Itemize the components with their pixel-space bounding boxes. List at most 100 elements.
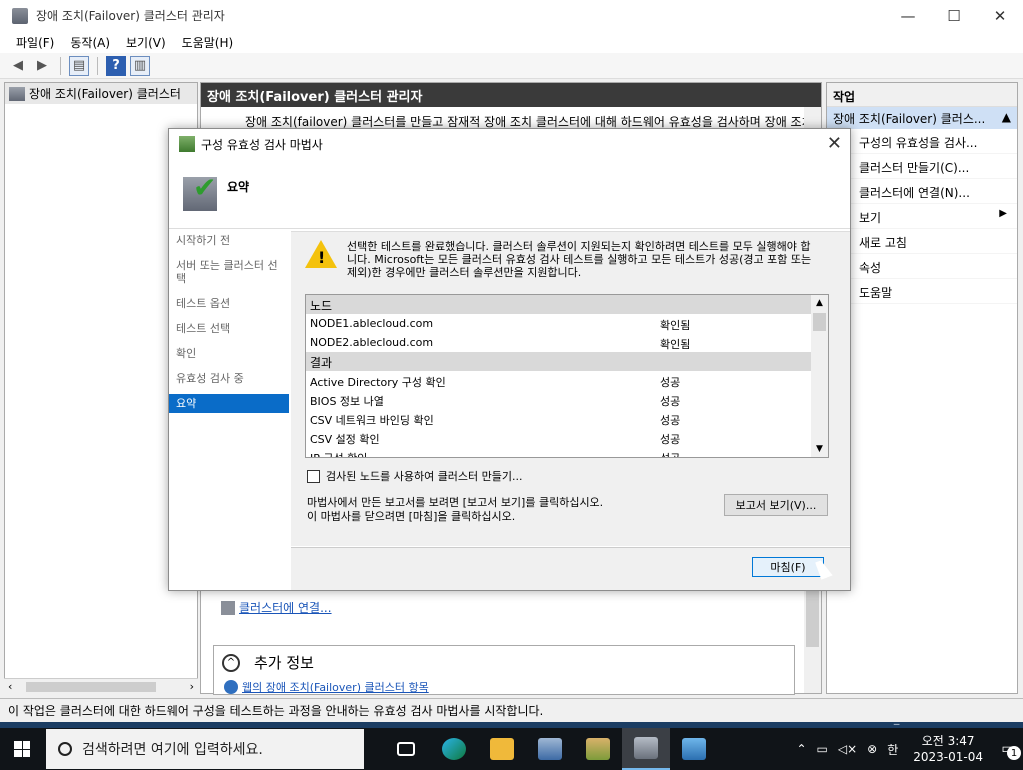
connect-cluster-link[interactable]: 클러스터에 연결... — [221, 599, 332, 616]
action-label: 도움말 — [859, 286, 893, 300]
actions-pane: 작업 장애 조치(Failover) 클러스... ▲ 구성의 유효성을 검사.… — [826, 82, 1018, 694]
show-tree-icon[interactable]: ▤ — [69, 55, 89, 76]
list-item[interactable]: IP 구성 확인성공 — [306, 447, 811, 457]
validation-check-icon — [183, 171, 217, 211]
scroll-down-icon[interactable]: ▼ — [811, 441, 828, 457]
maximize-button[interactable]: ☐ — [931, 0, 977, 31]
toolbar: ◀ ▶ ▤ ? ▥ — [0, 53, 1023, 79]
menu-view[interactable]: 보기(V) — [118, 34, 174, 51]
action-view[interactable]: 보기 ▶ — [827, 204, 1017, 229]
menu-bar: 파일(F) 동작(A) 보기(V) 도움말(H) — [0, 31, 1023, 53]
create-cluster-checkbox[interactable]: 검사된 노드를 사용하여 클러스터 만들기... — [307, 468, 523, 484]
remote-desktop-icon[interactable] — [670, 728, 718, 770]
scroll-thumb[interactable] — [806, 587, 819, 647]
taskbar-search[interactable]: 검색하려면 여기에 입력하세요. — [46, 729, 364, 769]
step-confirmation: 확인 — [176, 347, 197, 360]
report-line-2: 이 마법사를 닫으려면 [마침]을 클릭하십시오. — [307, 510, 516, 523]
scroll-left-icon[interactable]: ‹ — [8, 680, 12, 693]
status-error-icon[interactable]: ⊗ — [867, 742, 877, 756]
ime-indicator[interactable]: 한 — [887, 741, 898, 758]
dialog-close-button[interactable]: ✕ — [827, 133, 842, 154]
windows-logo-icon — [14, 741, 30, 757]
report-line-1: 마법사에서 만든 보고서를 보려면 [보고서 보기]를 클릭하십시오. — [307, 496, 604, 509]
scroll-thumb[interactable] — [813, 313, 826, 331]
title-bar[interactable]: 장애 조치(Failover) 클러스터 관리자 — ☐ ✕ — [0, 0, 1023, 31]
submenu-arrow-icon: ▶ — [999, 208, 1007, 219]
results-vertical-scrollbar[interactable]: ▲ ▼ — [811, 295, 828, 457]
node-status: 확인됨 — [660, 319, 691, 332]
list-item[interactable]: Active Directory 구성 확인 성공 — [306, 371, 811, 390]
back-arrow-icon[interactable]: ◀ — [8, 56, 28, 76]
step-summary: 요약 — [169, 394, 289, 413]
forward-arrow-icon[interactable]: ▶ — [32, 56, 52, 76]
network-icon[interactable]: ▭ — [817, 742, 828, 756]
scroll-up-icon[interactable]: ▲ — [811, 295, 828, 311]
action-validate-configuration[interactable]: 구성의 유효성을 검사... — [827, 129, 1017, 154]
dialog-content: 선택한 테스트를 완료했습니다. 클러스터 솔루션이 지원되는지 확인하려면 테… — [291, 231, 850, 546]
list-item[interactable]: BIOS 정보 나열 성공 — [306, 390, 811, 409]
actions-group-header[interactable]: 장애 조치(Failover) 클러스... ▲ — [827, 107, 1017, 129]
package-icon[interactable] — [574, 728, 622, 770]
tree-horizontal-scrollbar[interactable]: ‹ › — [4, 678, 198, 694]
dialog-title-bar[interactable]: 구성 유효성 검사 마법사 ✕ — [169, 129, 850, 159]
scroll-thumb[interactable] — [26, 682, 156, 692]
collapse-up-icon[interactable]: ▲ — [1002, 110, 1011, 126]
task-view-icon[interactable] — [382, 728, 430, 770]
notification-center-icon[interactable]: ▭ 1 — [993, 734, 1023, 764]
action-create-cluster[interactable]: 클러스터 만들기(C)... — [827, 154, 1017, 179]
taskbar-clock[interactable]: 오전 3:47 2023-01-04 — [913, 733, 983, 765]
edge-browser-icon[interactable] — [430, 728, 478, 770]
minimize-button[interactable]: — — [885, 0, 931, 31]
test-status: 성공 — [660, 376, 681, 389]
finish-button[interactable]: 마침(F) — [752, 557, 824, 577]
action-connect-cluster[interactable]: 클러스터에 연결(N)... — [827, 179, 1017, 204]
checkbox-box[interactable] — [307, 469, 320, 483]
results-list[interactable]: 노드 NODE1.ablecloud.com 확인됨 NODE2.ableclou… — [305, 294, 829, 458]
test-name: IP 구성 확인 — [310, 450, 660, 457]
center-pane-header: 장애 조치(Failover) 클러스터 관리자 — [201, 83, 821, 107]
action-properties[interactable]: 속성 — [827, 254, 1017, 279]
test-name: CSV 네트워크 바인딩 확인 — [310, 414, 434, 427]
start-button[interactable] — [0, 728, 44, 770]
list-item[interactable]: CSV 설정 확인 성공 — [306, 428, 811, 447]
test-name: CSV 설정 확인 — [310, 433, 380, 446]
web-topics-link[interactable]: 웹의 장애 조치(Failover) 클러스터 항목 — [214, 679, 794, 695]
collapse-icon[interactable]: ^ — [222, 653, 240, 672]
volume-muted-icon[interactable]: ◁× — [838, 742, 857, 756]
tree-item-failover-cluster[interactable]: 장애 조치(Failover) 클러스터 — [5, 83, 197, 104]
failover-cluster-manager-taskbar-icon[interactable] — [622, 728, 670, 770]
actions-header: 작업 — [827, 83, 1017, 107]
dialog-heading: 요약 — [227, 180, 250, 194]
list-item[interactable]: NODE2.ablecloud.com 확인됨 — [306, 333, 811, 352]
checkbox-label: 검사된 노드를 사용하여 클러스터 만들기... — [326, 470, 523, 483]
list-item[interactable]: CSV 네트워크 바인딩 확인 성공 — [306, 409, 811, 428]
file-explorer-icon[interactable] — [478, 728, 526, 770]
action-pane-icon[interactable]: ▥ — [130, 55, 150, 76]
server-manager-icon[interactable] — [526, 728, 574, 770]
toolbar-divider — [60, 56, 61, 75]
menu-action[interactable]: 동작(A) — [62, 34, 118, 51]
close-button[interactable]: ✕ — [977, 0, 1023, 31]
node-status: 확인됨 — [660, 338, 691, 351]
more-info-title: 추가 정보 — [254, 654, 314, 672]
list-item[interactable]: NODE1.ablecloud.com 확인됨 — [306, 314, 811, 333]
report-instructions: 마법사에서 만든 보고서를 보려면 [보고서 보기]를 클릭하십시오. 이 마법… — [307, 496, 603, 524]
dialog-title: 구성 유효성 검사 마법사 — [201, 137, 323, 152]
tray-chevron-icon[interactable]: ⌃ — [796, 742, 806, 756]
action-label: 클러스터에 연결(N)... — [859, 186, 970, 200]
scroll-right-icon[interactable]: › — [190, 680, 194, 693]
view-report-button[interactable]: 보고서 보기(V)... — [724, 494, 828, 516]
help-icon[interactable]: ? — [106, 55, 126, 76]
step-test-selection: 테스트 선택 — [176, 322, 231, 335]
warning-message: 선택한 테스트를 완료했습니다. 클러스터 솔루션이 지원되는지 확인하려면 테… — [305, 240, 817, 279]
action-refresh[interactable]: 새로 고침 — [827, 229, 1017, 254]
test-status: 성공 — [660, 450, 680, 457]
action-help[interactable]: 도움말 — [827, 279, 1017, 304]
test-status: 성공 — [660, 414, 681, 427]
step-before-you-begin: 시작하기 전 — [176, 234, 231, 247]
action-label: 구성의 유효성을 검사... — [859, 136, 978, 150]
wizard-steps: 시작하기 전 서버 또는 클러스터 선택 테스트 옵션 테스트 선택 확인 유효… — [169, 231, 289, 419]
menu-file[interactable]: 파일(F) — [8, 34, 62, 51]
node-name: NODE2.ablecloud.com — [310, 336, 434, 349]
menu-help[interactable]: 도움말(H) — [174, 34, 242, 51]
